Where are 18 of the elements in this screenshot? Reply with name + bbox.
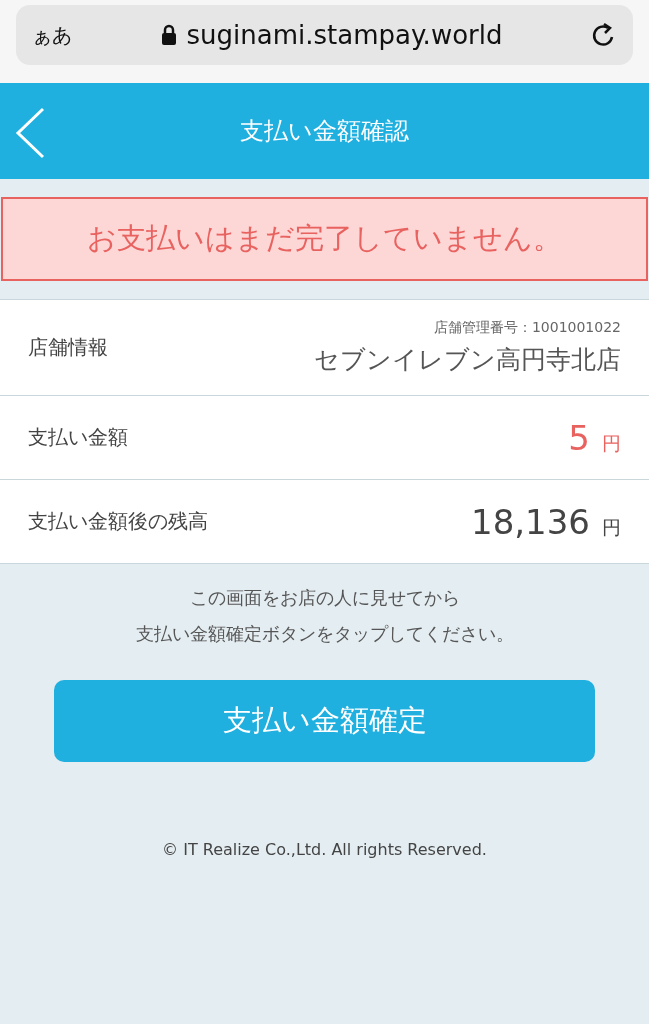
row-label: 支払い金額後の残高 (28, 508, 208, 535)
row-label: 支払い金額 (28, 424, 128, 451)
page-title: 支払い金額確認 (240, 116, 409, 147)
store-number: 店舗管理番号：1001001022 (433, 319, 621, 337)
amount-value: 18,136 (471, 501, 590, 542)
row-label: 店舗情報 (28, 334, 108, 361)
currency-unit: 円 (602, 514, 621, 540)
instruction-text: 支払い金額確定ボタンをタップしてください。 (135, 622, 514, 646)
amount-value: 5 (568, 417, 590, 458)
alert-message: お支払いはまだ完了していません。 (1, 197, 648, 281)
currency-unit: 円 (602, 430, 621, 456)
lock-icon (160, 24, 177, 46)
store-name: セブンイレブン高円寺北店 (314, 344, 621, 376)
instruction-text: この画面をお店の人に見せてから (189, 586, 460, 610)
copyright-text: © IT Realize Co.,Ltd. All rights Reserved. (162, 840, 487, 859)
url-text: suginami.stampay.world (186, 20, 503, 50)
text-size-button[interactable]: ぁあ (32, 21, 72, 49)
address-bar[interactable]: ぁあ suginami.stampay.world (16, 5, 633, 65)
